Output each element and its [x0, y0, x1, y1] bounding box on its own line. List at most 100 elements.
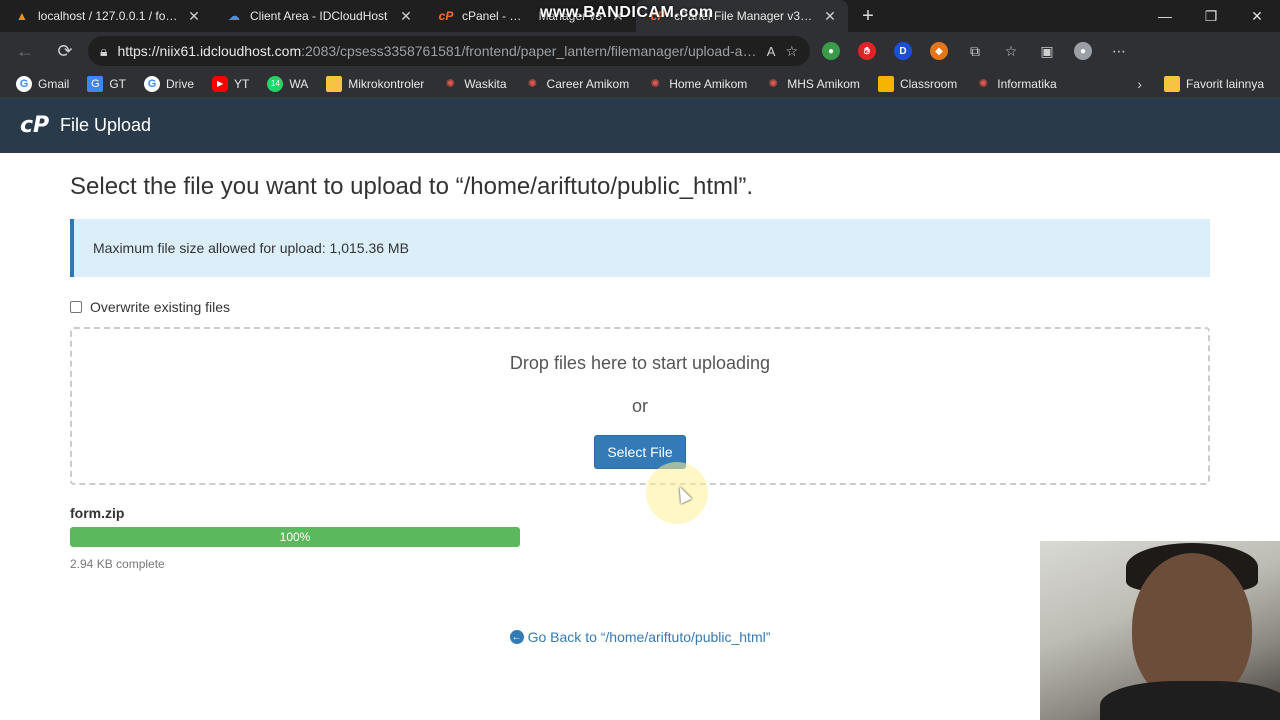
upload-content: Select the file you want to upload to “/… — [70, 153, 1210, 645]
page-header-title: File Upload — [60, 115, 152, 135]
extension-icon[interactable]: ✋︎ — [852, 36, 882, 66]
bookmark-home-amikom[interactable]: ✺ Home Amikom — [639, 72, 755, 96]
bookmark-wa[interactable]: 14 WA — [259, 72, 316, 96]
max-size-alert: Maximum file size allowed for upload: 1,… — [70, 219, 1210, 277]
bookmark-gt[interactable]: G GT — [79, 72, 134, 96]
youtube-icon: ▶ — [212, 75, 229, 92]
close-icon[interactable]: ✕ — [398, 8, 414, 24]
bookmark-waskita[interactable]: ✺ Waskita — [434, 72, 514, 96]
page-title: Select the file you want to upload to “/… — [70, 173, 754, 200]
go-back-link[interactable]: ← Go Back to “/home/ariftuto/public_html… — [70, 629, 1210, 645]
google-icon: G — [16, 75, 32, 92]
overwrite-label: Overwrite existing files — [90, 299, 231, 315]
bookmark-label: Favorit lainnya — [1185, 76, 1264, 91]
overwrite-option[interactable]: Overwrite existing files — [70, 299, 1210, 315]
go-back-label: Go Back to “/home/ariftuto/public_html” — [527, 629, 771, 645]
extension-icon[interactable]: D — [888, 36, 918, 66]
metamask-icon[interactable]: ◆ — [924, 36, 954, 66]
bookmark-mhs-amikom[interactable]: ✺ MHS Amikom — [757, 72, 868, 96]
bookmark-drive[interactable]: G Drive — [136, 72, 202, 96]
bookmark-label: Informatika — [997, 76, 1057, 91]
url-path: :2083/cpsess3358761581/frontend/paper_la… — [301, 43, 757, 59]
extension-icon[interactable]: ● — [816, 36, 846, 66]
or-text: or — [631, 396, 648, 416]
amikom-icon: ✺ — [978, 78, 988, 90]
file-drop-zone[interactable]: Drop files here to start uploading or Se… — [70, 327, 1210, 485]
bookmark-career-amikom[interactable]: ✺ Career Amikom — [517, 72, 638, 96]
bookmark-label: YT — [234, 76, 250, 91]
translate-icon: G — [87, 75, 104, 92]
bookmark-label: Home Amikom — [669, 76, 748, 91]
amikom-icon: ✺ — [445, 78, 455, 90]
upload-progress-fill: 100% — [70, 527, 520, 547]
max-size-text: Maximum file size allowed for upload: 1,… — [93, 240, 409, 256]
reload-icon[interactable]: ⟳ — [48, 36, 82, 66]
new-tab-button[interactable]: + — [848, 0, 888, 32]
upload-status-text: 2.94 KB complete — [70, 557, 165, 571]
webcam-person-body — [1100, 681, 1280, 720]
folder-icon — [326, 75, 343, 92]
url-host: https://niix61.idcloudhost.com — [117, 43, 302, 59]
minimize-icon[interactable]: — — [1142, 0, 1188, 32]
extensions-puzzle-icon[interactable]: ⧉ — [960, 36, 990, 66]
amikom-icon: ✺ — [768, 78, 778, 90]
url-input[interactable]: 🔒︎ https://niix61.idcloudhost.com:2083/c… — [88, 36, 810, 66]
webcam-overlay — [1040, 541, 1280, 720]
tab-title: cPanel - Main — [462, 9, 528, 23]
arrow-left-circle-icon: ← — [509, 630, 524, 644]
amikom-icon: ✺ — [650, 78, 660, 90]
uploaded-file-name: form.zip — [70, 505, 125, 521]
bookmark-label: Classroom — [899, 76, 958, 91]
back-arrow-icon[interactable]: ← — [8, 36, 42, 66]
tab-title: Client Area - IDCloudHost — [250, 9, 388, 23]
address-bar-row: ← ⟳ 🔒︎ https://niix61.idcloudhost.com:20… — [0, 32, 1280, 70]
bookmark-label: GT — [109, 76, 127, 91]
browser-tab-strip: ▲ localhost / 127.0.0.1 / form_a ✕ ☁ Cli… — [0, 0, 1280, 32]
recording-watermark: www.BANDICAM.com — [540, 4, 714, 21]
bookmark-label: Waskita — [464, 76, 507, 91]
upload-progress-bar: 100% — [70, 527, 520, 547]
tab-title: localhost / 127.0.0.1 / form_a — [38, 9, 178, 23]
browser-tab-phpmyadmin[interactable]: ▲ localhost / 127.0.0.1 / form_a ✕ — [0, 0, 212, 32]
read-aloud-icon[interactable]: A — [767, 44, 776, 59]
classroom-icon — [877, 75, 894, 92]
amikom-icon: ✺ — [527, 78, 538, 90]
cpanel-logo-icon: cP — [20, 112, 50, 138]
bookmark-classroom[interactable]: Classroom — [870, 72, 965, 96]
bookmark-other-favorites[interactable]: Favorit lainnya — [1156, 72, 1272, 96]
add-favorite-icon[interactable]: ☆ — [785, 43, 798, 60]
cloud-icon: ☁ — [228, 9, 240, 23]
bookmark-yt[interactable]: ▶ YT — [204, 72, 257, 96]
drop-zone-text: Drop files here to start uploading — [509, 353, 771, 373]
browser-tab-client-area[interactable]: ☁ Client Area - IDCloudHost ✕ — [212, 0, 424, 32]
profile-avatar-icon[interactable]: ● — [1068, 36, 1098, 66]
whatsapp-icon: 14 — [267, 75, 284, 92]
cpanel-icon: cP — [438, 9, 454, 23]
bookmark-label: WA — [289, 76, 309, 91]
folder-icon — [1163, 75, 1180, 92]
phpmyadmin-icon: ▲ — [16, 9, 28, 23]
bookmark-gmail[interactable]: G Gmail — [8, 72, 77, 96]
lock-icon: 🔒︎ — [100, 42, 108, 59]
bookmark-label: Mikrokontroler — [348, 76, 425, 91]
more-menu-icon[interactable]: ⋯ — [1104, 36, 1134, 66]
bookmark-mikrokontroler[interactable]: Mikrokontroler — [318, 72, 432, 96]
chevron-right-icon[interactable]: › — [1125, 76, 1154, 92]
restore-icon[interactable]: ❐ — [1188, 0, 1234, 32]
window-controls: — ❐ ✕ — [1142, 0, 1280, 32]
bookmark-informatika[interactable]: ✺ Informatika — [967, 72, 1064, 96]
favorites-icon[interactable]: ☆ — [996, 36, 1026, 66]
collections-icon[interactable]: ▣ — [1032, 36, 1062, 66]
close-window-icon[interactable]: ✕ — [1234, 0, 1280, 32]
close-icon[interactable]: ✕ — [186, 8, 202, 24]
cpanel-header: cP File Upload — [0, 98, 1280, 153]
bookmark-label: Drive — [166, 76, 195, 91]
google-icon: G — [144, 75, 161, 92]
overwrite-checkbox[interactable] — [70, 301, 82, 313]
close-icon[interactable]: ✕ — [822, 8, 838, 24]
bookmarks-bar: G Gmail G GT G Drive ▶ YT 14 WA Mikrokontrole… — [0, 70, 1280, 98]
url-text: https://niix61.idcloudhost.com:2083/cpse… — [117, 43, 756, 59]
bookmark-label: Gmail — [38, 76, 70, 91]
bookmark-label: MHS Amikom — [787, 76, 860, 91]
bookmark-label: Career Amikom — [546, 76, 630, 91]
